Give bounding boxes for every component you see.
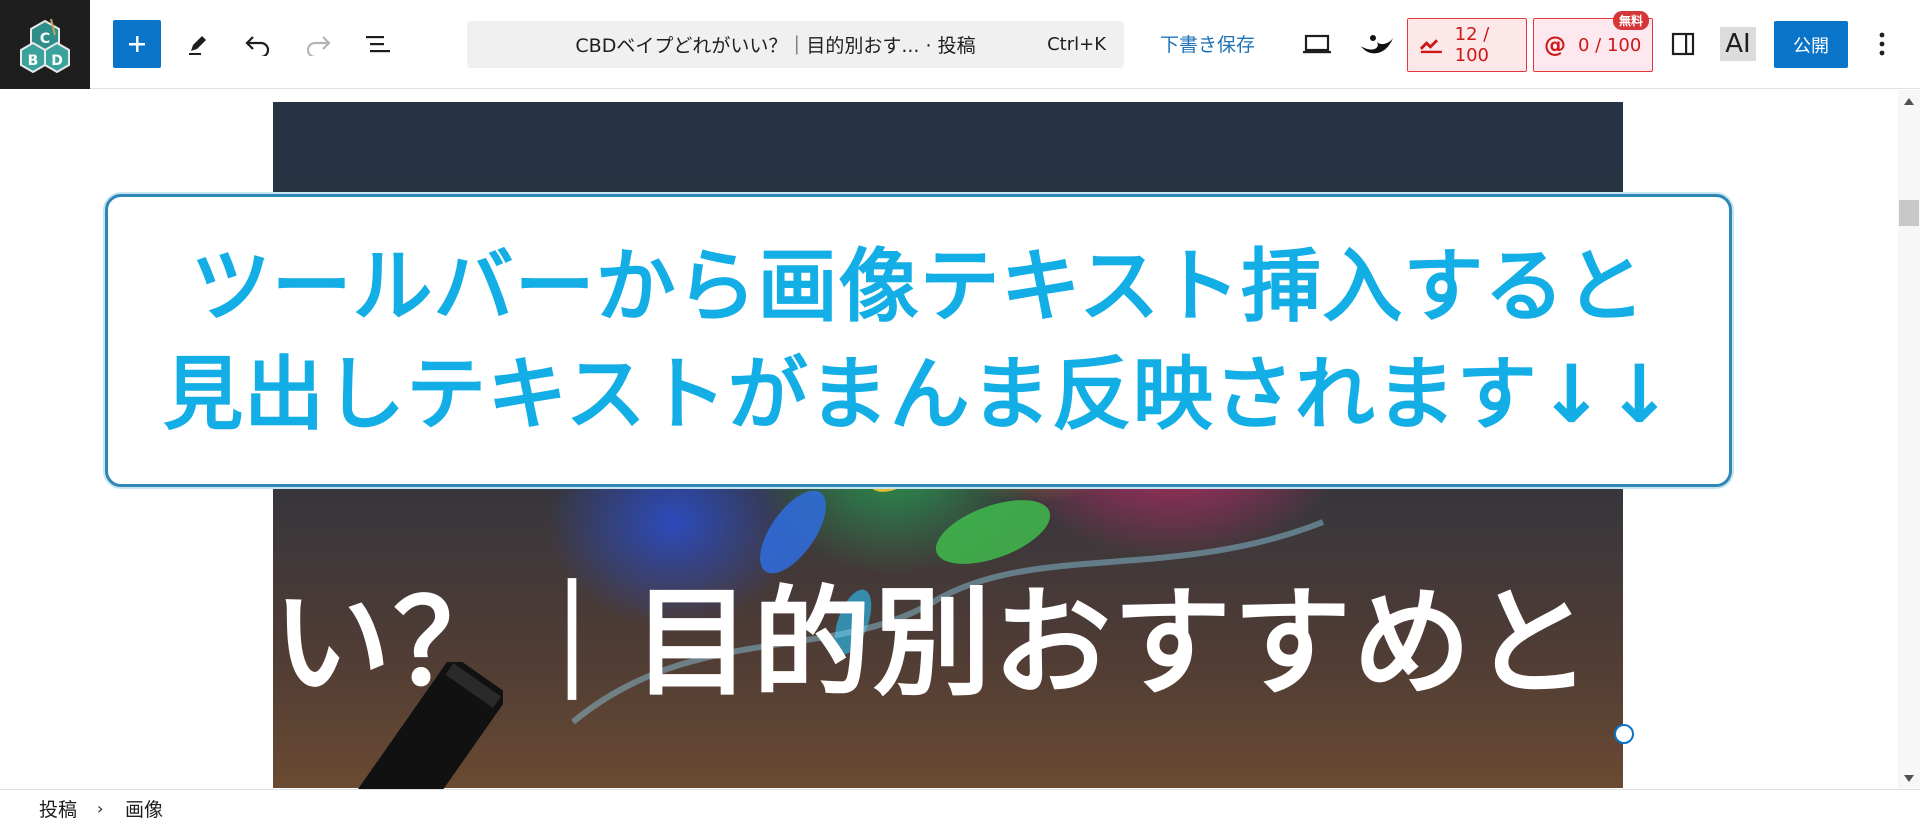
more-options-icon — [1879, 32, 1885, 56]
desktop-preview-icon — [1303, 34, 1331, 54]
command-shortcut: Ctrl+K — [1047, 34, 1106, 55]
breadcrumb-post[interactable]: 投稿 — [39, 795, 77, 822]
resize-handle[interactable] — [1614, 724, 1634, 744]
annotation-callout: ツールバーから画像テキスト挿入すると 見出しテキストがまんま反映されます↓↓ — [105, 194, 1732, 487]
redo-icon — [306, 36, 331, 56]
brand-swirl-icon — [1361, 35, 1393, 54]
free-tag: 無料 — [1613, 11, 1650, 30]
document-title: CBDベイプどれがいい？｜目的別おす... · 投稿 — [575, 35, 976, 57]
seo-score-icon — [1419, 39, 1442, 54]
settings-sidebar-button[interactable] — [1665, 20, 1701, 68]
ai-button[interactable]: AI — [1720, 27, 1756, 61]
editor-canvas: い？｜目的別おすすめと ツールバーから画像テキスト挿入すると 見出しテキストがま… — [0, 90, 1898, 790]
preview-button[interactable] — [1300, 20, 1334, 68]
svg-text:B: B — [28, 53, 39, 69]
at-score-value: 0 / 100 — [1578, 34, 1642, 56]
list-view-icon — [366, 36, 390, 53]
cbd-logo-icon: C B D — [20, 18, 70, 73]
scrollbar-thumb[interactable] — [1899, 200, 1919, 226]
plus-icon — [129, 36, 145, 52]
breadcrumb-image[interactable]: 画像 — [125, 795, 163, 822]
command-palette-bar[interactable]: CBDベイプどれがいい？｜目的別おす... · 投稿 Ctrl+K — [467, 21, 1124, 68]
add-block-button[interactable] — [113, 20, 161, 68]
more-options-button[interactable] — [1868, 20, 1896, 68]
site-logo-button[interactable]: C B D — [0, 0, 90, 89]
plugin-brand-button[interactable] — [1357, 20, 1397, 68]
seo-score-value: 12 / 100 — [1454, 24, 1490, 66]
vape-pen-illustration — [341, 662, 503, 790]
scroll-down-arrow-icon[interactable] — [1898, 770, 1920, 786]
breadcrumb-separator: › — [97, 799, 104, 818]
redo-button[interactable] — [298, 20, 338, 68]
sidebar-toggle-icon — [1671, 32, 1695, 56]
tools-button[interactable] — [178, 20, 218, 68]
callout-line-1: ツールバーから画像テキスト挿入すると — [190, 239, 1647, 333]
publish-button[interactable]: 公開 — [1774, 21, 1848, 68]
undo-button[interactable] — [238, 20, 278, 68]
at-score-icon: @ — [1544, 32, 1566, 58]
undo-icon — [245, 36, 270, 56]
callout-line-2: 見出しテキストがまんま反映されます↓↓ — [163, 347, 1674, 441]
scroll-up-arrow-icon[interactable] — [1898, 94, 1920, 110]
block-breadcrumb-bar: 投稿 › 画像 — [0, 789, 1920, 827]
editor-toolbar: C B D CBDベイプどれがいい？｜目的別おす... · 投稿 Ctrl+K — [0, 0, 1920, 89]
svg-text:C: C — [40, 31, 50, 47]
svg-text:D: D — [51, 53, 63, 69]
vertical-scrollbar[interactable] — [1898, 90, 1920, 790]
save-draft-button[interactable]: 下書き保存 — [1160, 30, 1255, 57]
document-overview-button[interactable] — [358, 20, 398, 68]
seo-score-badge[interactable]: 12 / 100 — [1407, 18, 1527, 72]
pen-icon — [189, 36, 206, 55]
